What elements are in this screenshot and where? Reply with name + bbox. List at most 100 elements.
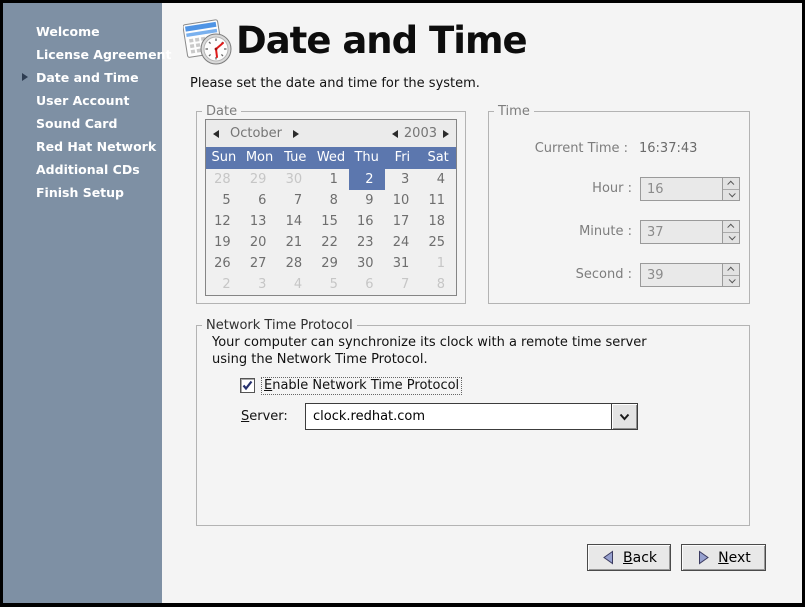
spin-down-icon[interactable]: [723, 276, 739, 287]
calendar-day[interactable]: 1: [420, 253, 456, 274]
calendar-day[interactable]: 26: [206, 253, 242, 274]
calendar-day[interactable]: 4: [277, 274, 313, 295]
sidebar-item-date-and-time[interactable]: Date and Time: [3, 66, 162, 89]
prev-month-icon[interactable]: [213, 130, 219, 138]
back-arrow-icon: [601, 550, 616, 565]
calendar-day[interactable]: 14: [277, 211, 313, 232]
sidebar-item-red-hat-network[interactable]: Red Hat Network: [3, 135, 162, 158]
calendar-day[interactable]: 3: [242, 274, 278, 295]
spin-up-icon[interactable]: [723, 221, 739, 233]
calendar-day[interactable]: 17: [385, 211, 421, 232]
prev-year-icon[interactable]: [392, 130, 398, 138]
calendar-year-label: 2003: [404, 126, 437, 141]
calendar-day[interactable]: 20: [242, 232, 278, 253]
weekday-label: Wed: [313, 147, 349, 169]
back-button[interactable]: Back: [587, 544, 671, 571]
calendar-day[interactable]: 2: [206, 274, 242, 295]
calendar-day[interactable]: 24: [385, 232, 421, 253]
sidebar-item-additional-cds[interactable]: Additional CDs: [3, 158, 162, 181]
content-area: Date and Time Please set the date and ti…: [162, 3, 802, 603]
calendar-widget: October 2003 Sun Mon Tue Wed Thu Fri: [205, 119, 457, 296]
next-month-icon[interactable]: [293, 130, 299, 138]
calendar-weekday-row: Sun Mon Tue Wed Thu Fri Sat: [206, 147, 456, 169]
calendar-day[interactable]: 28: [277, 253, 313, 274]
ntp-description-line2: using the Network Time Protocol.: [212, 351, 428, 368]
calendar-day[interactable]: 5: [206, 190, 242, 211]
hour-spinner[interactable]: [640, 177, 740, 201]
enable-ntp-label[interactable]: Enable Network Time Protocol: [261, 377, 462, 395]
calendar-header: October 2003: [206, 120, 456, 147]
firstboot-window: WelcomeLicense AgreementDate and TimeUse…: [0, 0, 805, 607]
next-year-icon[interactable]: [443, 130, 449, 138]
spin-up-icon[interactable]: [723, 264, 739, 276]
calendar-clock-icon: [183, 13, 235, 73]
calendar-day[interactable]: 13: [242, 211, 278, 232]
calendar-day[interactable]: 29: [242, 169, 278, 190]
server-label: Server:: [241, 409, 288, 424]
server-input[interactable]: [305, 403, 612, 430]
calendar-day[interactable]: 28: [206, 169, 242, 190]
sidebar-item-license-agreement[interactable]: License Agreement: [3, 43, 162, 66]
sidebar-item-finish-setup[interactable]: Finish Setup: [3, 181, 162, 204]
calendar-day[interactable]: 30: [349, 253, 385, 274]
minute-spinner[interactable]: [640, 220, 740, 244]
calendar-day[interactable]: 18: [420, 211, 456, 232]
calendar-day-selected[interactable]: 2: [349, 169, 385, 190]
calendar-day[interactable]: 19: [206, 232, 242, 253]
sidebar-item-user-account[interactable]: User Account: [3, 89, 162, 112]
calendar-day[interactable]: 7: [385, 274, 421, 295]
hour-label: Hour :: [502, 181, 632, 196]
weekday-label: Fri: [385, 147, 421, 169]
calendar-day[interactable]: 30: [277, 169, 313, 190]
calendar-day[interactable]: 29: [313, 253, 349, 274]
calendar-day[interactable]: 27: [242, 253, 278, 274]
weekday-label: Sat: [420, 147, 456, 169]
calendar-day[interactable]: 5: [313, 274, 349, 295]
hour-input[interactable]: [641, 178, 722, 200]
calendar-day[interactable]: 9: [349, 190, 385, 211]
next-arrow-icon: [696, 550, 711, 565]
enable-ntp-checkbox[interactable]: [240, 378, 255, 393]
sidebar-item-sound-card[interactable]: Sound Card: [3, 112, 162, 135]
calendar-day[interactable]: 3: [385, 169, 421, 190]
calendar-day[interactable]: 15: [313, 211, 349, 232]
current-time-value: 16:37:43: [639, 141, 697, 156]
second-spinner[interactable]: [640, 263, 740, 287]
calendar-day[interactable]: 21: [277, 232, 313, 253]
calendar-day[interactable]: 16: [349, 211, 385, 232]
calendar-day[interactable]: 8: [420, 274, 456, 295]
calendar-day[interactable]: 25: [420, 232, 456, 253]
calendar-day[interactable]: 4: [420, 169, 456, 190]
calendar-day[interactable]: 31: [385, 253, 421, 274]
page-title: Date and Time: [236, 19, 527, 62]
spin-down-icon[interactable]: [723, 233, 739, 244]
second-input[interactable]: [641, 264, 722, 286]
sidebar-item-welcome[interactable]: Welcome: [3, 20, 162, 43]
minute-label: Minute :: [502, 224, 632, 239]
calendar-day[interactable]: 6: [349, 274, 385, 295]
next-button[interactable]: Next: [681, 544, 766, 571]
time-frame-label: Time: [494, 104, 534, 119]
date-frame-label: Date: [202, 104, 241, 119]
page-subtitle: Please set the date and time for the sys…: [190, 76, 480, 91]
weekday-label: Thu: [349, 147, 385, 169]
calendar-day[interactable]: 12: [206, 211, 242, 232]
dropdown-arrow-icon[interactable]: [612, 403, 638, 430]
calendar-day[interactable]: 11: [420, 190, 456, 211]
calendar-day[interactable]: 7: [277, 190, 313, 211]
calendar-day[interactable]: 10: [385, 190, 421, 211]
calendar-day[interactable]: 22: [313, 232, 349, 253]
weekday-label: Sun: [206, 147, 242, 169]
calendar-day[interactable]: 23: [349, 232, 385, 253]
minute-input[interactable]: [641, 221, 722, 243]
next-button-label: Next: [718, 550, 751, 566]
calendar-day[interactable]: 8: [313, 190, 349, 211]
spin-down-icon[interactable]: [723, 190, 739, 201]
weekday-label: Mon: [242, 147, 278, 169]
spin-up-icon[interactable]: [723, 178, 739, 190]
server-combo[interactable]: [305, 403, 638, 430]
weekday-label: Tue: [277, 147, 313, 169]
calendar-day[interactable]: 1: [313, 169, 349, 190]
calendar-day[interactable]: 6: [242, 190, 278, 211]
active-item-arrow-icon: [22, 73, 28, 81]
